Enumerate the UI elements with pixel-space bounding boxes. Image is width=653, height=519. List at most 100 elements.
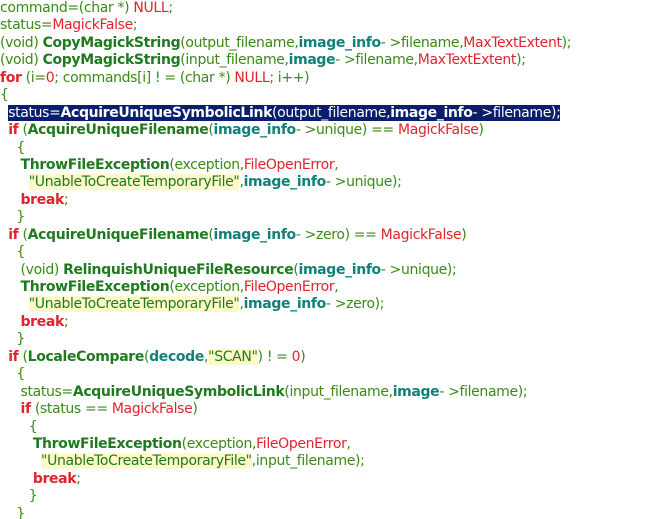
code-token: (exception,: [181, 435, 257, 452]
code-line[interactable]: break;: [0, 471, 653, 488]
code-token: - >unique) ==: [295, 122, 398, 139]
code-token: ,: [346, 435, 351, 452]
code-token: ThrowFileException: [32, 435, 182, 452]
code-line[interactable]: break;: [0, 192, 653, 209]
code-line[interactable]: for (i=0; commands[i] ! = (char *) NULL;…: [0, 70, 653, 87]
code-token: (: [18, 348, 28, 365]
code-token: image_info: [298, 34, 381, 51]
code-line[interactable]: }: [0, 488, 653, 505]
code-token: ThrowFileException: [20, 156, 170, 173]
code-line[interactable]: ThrowFileException(exception,FileOpenErr…: [0, 157, 653, 174]
code-token: }: [16, 505, 25, 519]
code-line[interactable]: }: [0, 506, 653, 519]
code-line[interactable]: ThrowFileException(exception,FileOpenErr…: [0, 436, 653, 453]
code-token: break: [20, 313, 65, 330]
code-token: image: [288, 52, 336, 69]
code-line[interactable]: "UnableToCreateTemporaryFile",image_info…: [0, 296, 653, 313]
code-line-selected[interactable]: status=AcquireUniqueSymbolicLink(output_…: [0, 104, 653, 122]
code-token: ; commands[i] ! = (char *): [54, 69, 235, 86]
code-token: MaxTextExtent: [417, 52, 517, 69]
code-token: MagickFalse: [380, 226, 462, 243]
code-line[interactable]: ThrowFileException(exception,FileOpenErr…: [0, 279, 653, 296]
code-token: - >zero) ==: [295, 226, 381, 243]
code-token: FileOpenError: [256, 435, 347, 452]
code-token: if: [20, 401, 32, 418]
code-token: CopyMagickString: [42, 52, 181, 69]
code-token: status=: [8, 104, 61, 121]
code-line[interactable]: command=(char *) NULL;: [0, 0, 653, 17]
code-token: - >unique);: [380, 261, 457, 278]
code-token: RelinquishUniqueFileResource: [63, 261, 294, 278]
code-token: for: [0, 69, 22, 86]
code-line[interactable]: {: [0, 87, 653, 104]
code-token: if: [8, 348, 19, 365]
code-line[interactable]: if (LocaleCompare(decode,"SCAN") ! = 0): [0, 348, 653, 366]
code-line[interactable]: status=AcquireUniqueSymbolicLink(input_f…: [0, 384, 653, 401]
code-line[interactable]: (void) RelinquishUniqueFileResource(imag…: [0, 262, 653, 279]
code-token: (void): [0, 34, 43, 51]
code-editor[interactable]: command=(char *) NULL; status=MagickFalse…: [0, 0, 653, 519]
code-line[interactable]: (void) CopyMagickString(input_filename,i…: [0, 52, 653, 69]
code-line[interactable]: break;: [0, 314, 653, 331]
code-token: ): [192, 401, 198, 418]
code-token: (i=: [21, 69, 46, 86]
code-token: ,: [334, 156, 339, 173]
code-token: ;: [63, 191, 69, 208]
code-token: ;: [76, 470, 81, 487]
code-token: {: [16, 244, 25, 261]
code-token: {: [0, 87, 9, 104]
code-token: (status ==: [30, 401, 112, 418]
code-token: ): [461, 226, 467, 243]
code-token: ; i++): [269, 69, 310, 86]
code-line[interactable]: {: [0, 366, 653, 383]
code-line[interactable]: status=MagickFalse;: [0, 17, 653, 34]
code-line[interactable]: "UnableToCreateTemporaryFile",image_info…: [0, 174, 653, 191]
code-token: CopyMagickString: [42, 34, 181, 51]
code-token: ): [478, 122, 484, 139]
code-line[interactable]: if (AcquireUniqueFilename(image_info- >u…: [0, 122, 653, 139]
code-line[interactable]: if (AcquireUniqueFilename(image_info- >z…: [0, 227, 653, 244]
code-token: AcquireUniqueSymbolicLink: [60, 104, 273, 121]
code-token: "UnableToCreateTemporaryFile": [28, 296, 240, 313]
code-line[interactable]: if (status == MagickFalse): [0, 401, 653, 418]
code-token: (exception,: [169, 279, 244, 295]
code-line[interactable]: {: [0, 244, 653, 261]
code-line[interactable]: (void) CopyMagickString(output_filename,…: [0, 35, 653, 52]
code-token: (void): [0, 52, 43, 69]
code-token: status=: [0, 17, 53, 34]
code-line[interactable]: "UnableToCreateTemporaryFile",input_file…: [0, 453, 653, 470]
code-line[interactable]: }: [0, 331, 653, 348]
code-line[interactable]: }: [0, 209, 653, 226]
code-token: }: [16, 331, 25, 348]
code-token: MagickFalse: [111, 401, 193, 418]
code-token: NULL: [234, 69, 270, 86]
code-token: (: [18, 122, 28, 139]
code-token: MaxTextExtent: [463, 34, 562, 51]
code-token: image_info: [243, 296, 327, 313]
code-token: FileOpenError: [243, 156, 335, 173]
code-token: (input_filename,: [180, 52, 289, 69]
code-token: - >filename,: [335, 52, 418, 69]
code-line[interactable]: {: [0, 419, 653, 436]
code-token: command=(char *): [0, 0, 134, 16]
code-line[interactable]: {: [0, 140, 653, 157]
code-token: image_info: [213, 122, 297, 139]
code-token: image_info: [243, 174, 327, 191]
